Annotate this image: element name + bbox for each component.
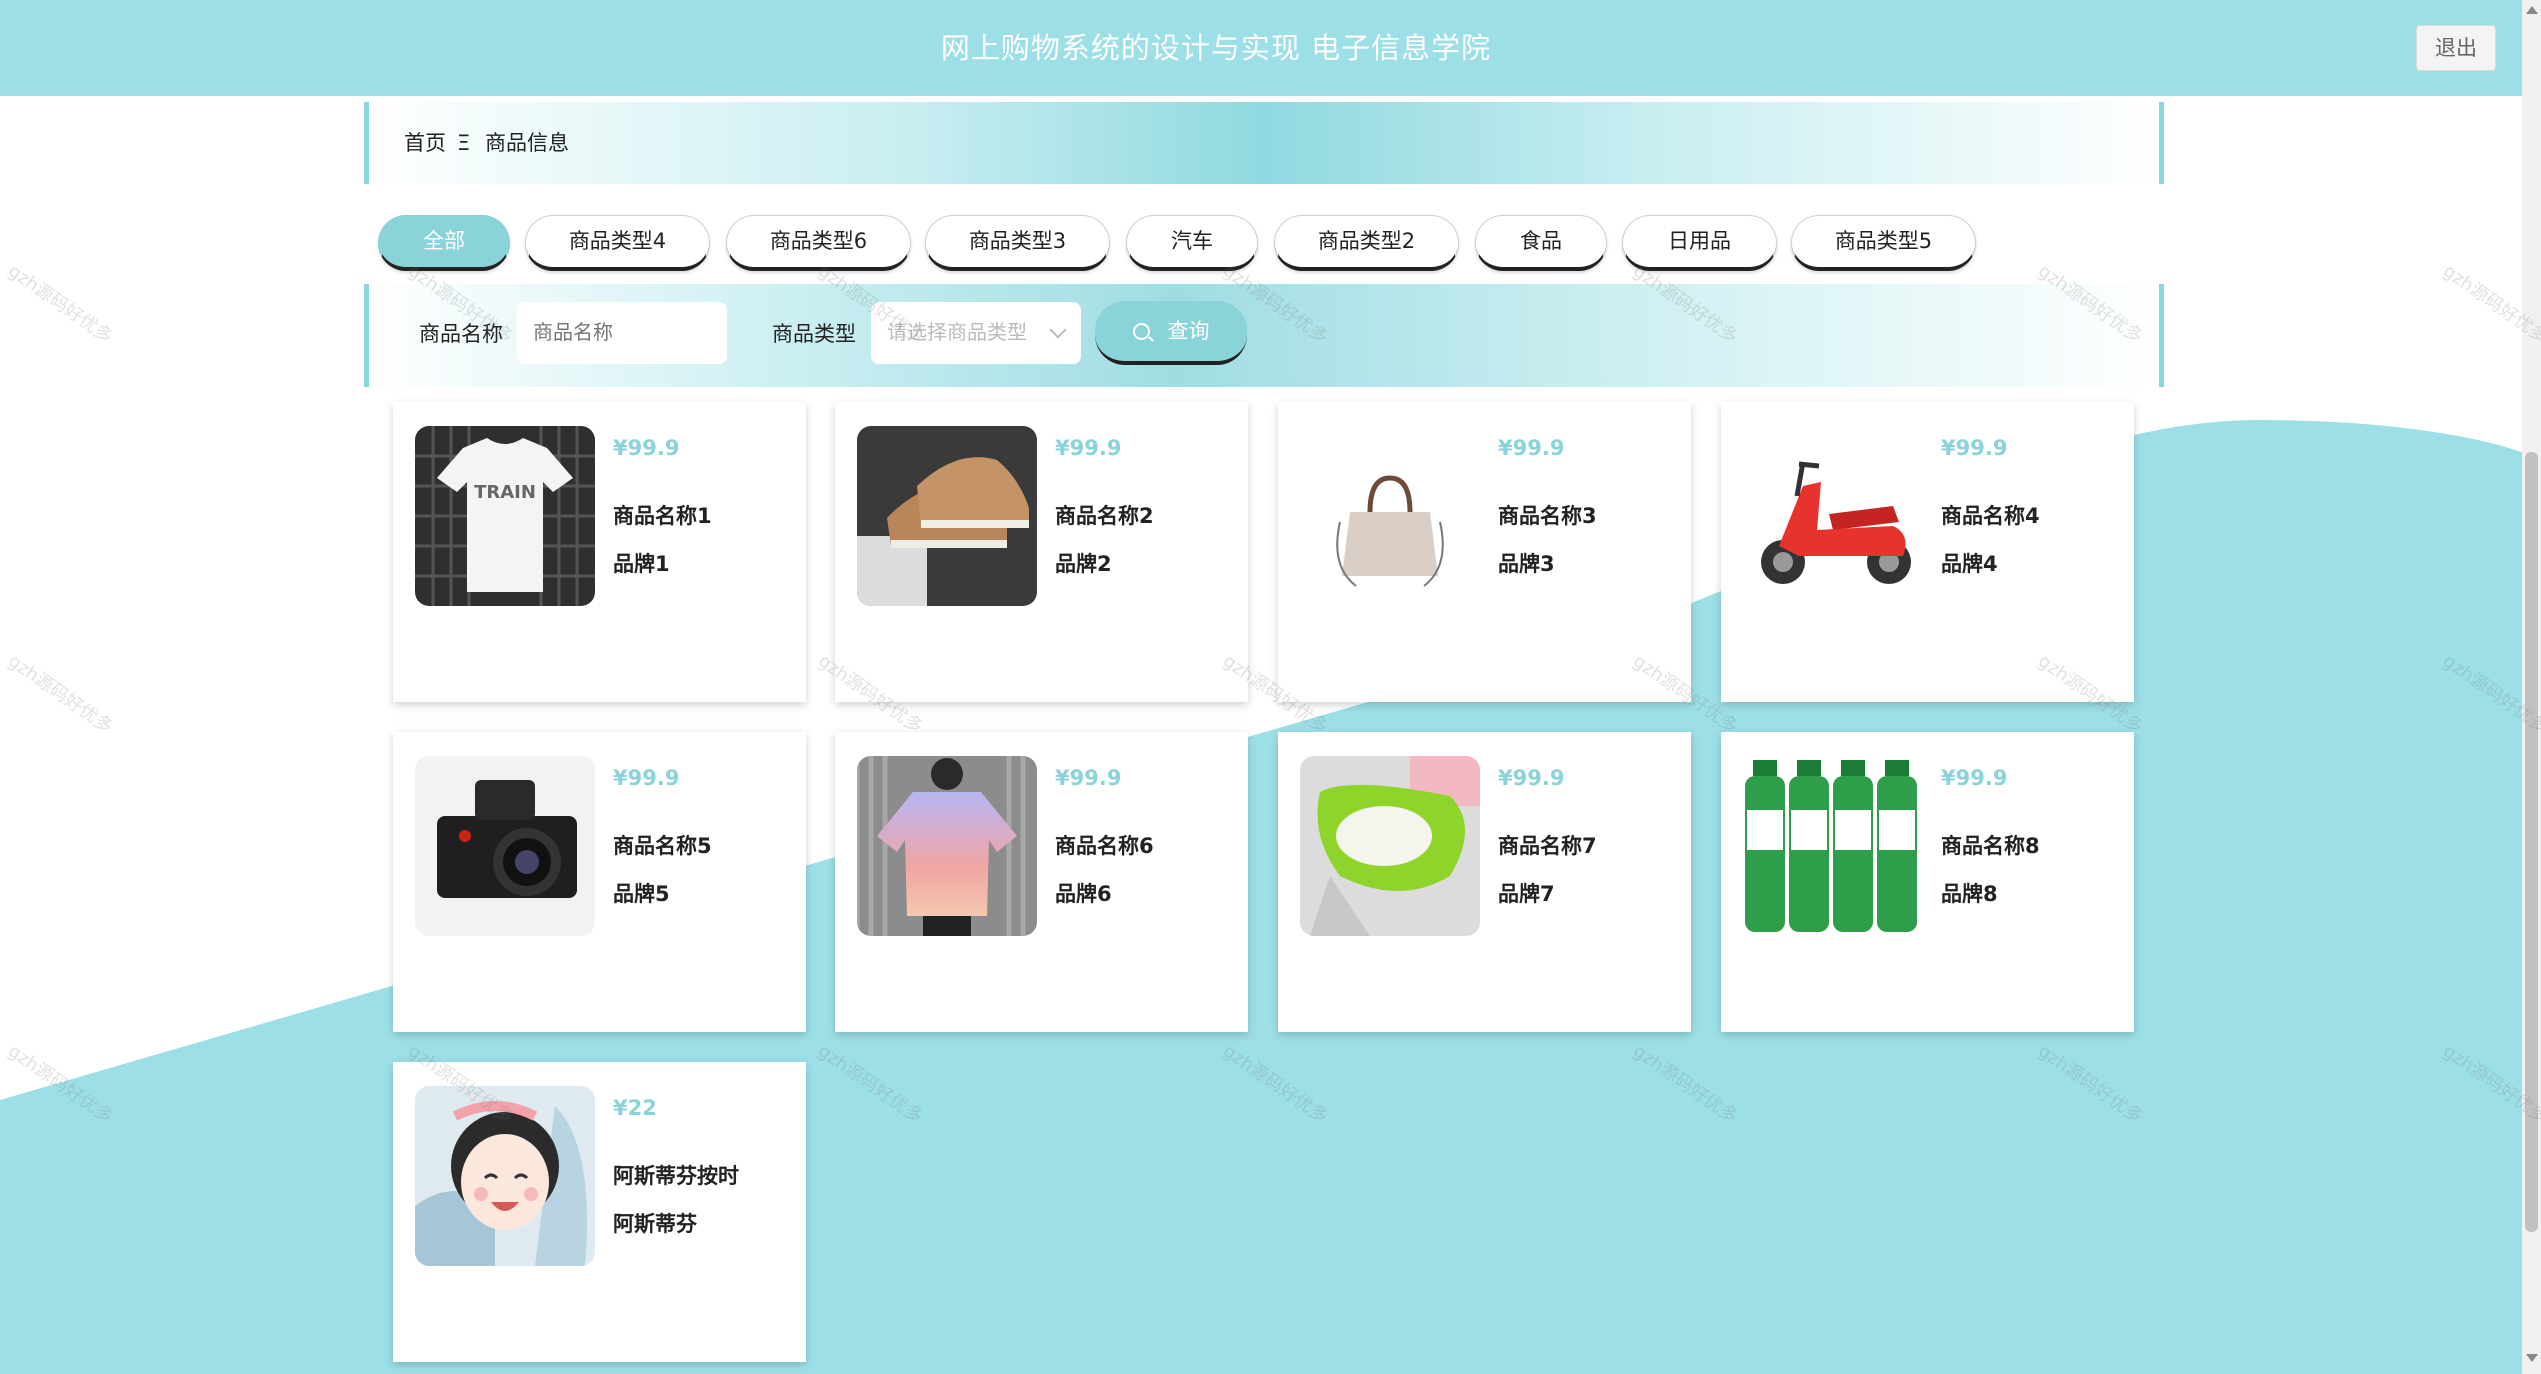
product-card[interactable]: TRAIN ¥99.9 商品名称1 品牌1 <box>393 402 806 702</box>
scrollbar-thumb[interactable] <box>2525 452 2538 1232</box>
product-name: 阿斯蒂芬按时 <box>613 1164 739 1188</box>
top-header: 网上购物系统的设计与实现 电子信息学院 退出 <box>0 0 2541 96</box>
site-title: 网上购物系统的设计与实现 电子信息学院 <box>940 31 1492 65</box>
product-name-input[interactable] <box>517 302 727 364</box>
product-price: ¥99.9 <box>1941 766 2008 790</box>
product-type-select[interactable]: 请选择商品类型 <box>871 302 1081 364</box>
scroll-up-icon[interactable] <box>2526 6 2538 14</box>
product-name: 商品名称5 <box>613 834 712 858</box>
product-name: 商品名称6 <box>1055 834 1154 858</box>
product-brand: 品牌6 <box>1055 882 1112 906</box>
product-name: 商品名称2 <box>1055 504 1154 528</box>
product-card[interactable]: ¥99.9 商品名称2 品牌2 <box>835 402 1248 702</box>
tab-type6[interactable]: 商品类型6 <box>726 215 911 271</box>
name-label: 商品名称 <box>419 322 503 346</box>
green-rice-strainer-image <box>1300 756 1480 936</box>
brown-sneakers-image <box>857 426 1037 606</box>
product-price: ¥99.9 <box>613 436 680 460</box>
search-button[interactable]: 查询 <box>1095 301 1247 365</box>
breadcrumb-home[interactable]: 首页 <box>404 102 446 184</box>
search-bar: 商品名称 商品类型 请选择商品类型 查询 <box>364 284 2164 387</box>
product-brand: 品牌2 <box>1055 552 1112 576</box>
background-wave <box>0 420 2541 1374</box>
product-card[interactable]: ¥99.9 商品名称5 品牌5 <box>393 732 806 1032</box>
product-brand: 品牌3 <box>1498 552 1555 576</box>
tab-type3[interactable]: 商品类型3 <box>925 215 1110 271</box>
svg-text:TRAIN: TRAIN <box>474 482 536 503</box>
breadcrumb: 首页 Ξ 商品信息 <box>364 102 2164 184</box>
product-brand: 品牌5 <box>613 882 670 906</box>
tab-type4[interactable]: 商品类型4 <box>525 215 710 271</box>
tab-car[interactable]: 汽车 <box>1126 215 1258 271</box>
product-price: ¥99.9 <box>1498 766 1565 790</box>
tab-daily[interactable]: 日用品 <box>1622 215 1777 271</box>
product-name: 商品名称8 <box>1941 834 2040 858</box>
product-price: ¥99.9 <box>1055 766 1122 790</box>
product-brand: 品牌4 <box>1941 552 1998 576</box>
type-label: 商品类型 <box>772 322 856 346</box>
product-brand: 品牌7 <box>1498 882 1555 906</box>
product-name: 商品名称7 <box>1498 834 1597 858</box>
product-brand: 阿斯蒂芬 <box>613 1212 697 1236</box>
aloe-drink-bottles-image <box>1743 756 1923 936</box>
product-price: ¥99.9 <box>1055 436 1122 460</box>
camera-image <box>415 756 595 936</box>
breadcrumb-separator: Ξ <box>457 131 471 155</box>
anime-girl-illustration-image <box>415 1086 595 1266</box>
logout-button[interactable]: 退出 <box>2416 25 2496 71</box>
product-card[interactable]: ¥99.9 商品名称8 品牌8 <box>1721 732 2134 1032</box>
product-brand: 品牌1 <box>613 552 670 576</box>
product-name: 商品名称3 <box>1498 504 1597 528</box>
product-card[interactable]: ¥99.9 商品名称7 品牌7 <box>1278 732 1691 1032</box>
product-card[interactable]: ¥22 阿斯蒂芬按时 阿斯蒂芬 <box>393 1062 806 1362</box>
white-tshirt-image: TRAIN <box>415 426 595 606</box>
product-name: 商品名称1 <box>613 504 712 528</box>
product-brand: 品牌8 <box>1941 882 1998 906</box>
product-price: ¥99.9 <box>1941 436 2008 460</box>
breadcrumb-current: 商品信息 <box>485 131 569 155</box>
product-card[interactable]: ¥99.9 商品名称6 品牌6 <box>835 732 1248 1032</box>
tab-all[interactable]: 全部 <box>378 215 510 271</box>
gradient-shirt-image <box>857 756 1037 936</box>
product-card[interactable]: ¥99.9 商品名称3 品牌3 <box>1278 402 1691 702</box>
tab-type5[interactable]: 商品类型5 <box>1791 215 1976 271</box>
page-scrollbar[interactable] <box>2522 0 2541 1374</box>
tab-food[interactable]: 食品 <box>1475 215 1607 271</box>
scroll-down-icon[interactable] <box>2526 1354 2538 1362</box>
product-price: ¥22 <box>613 1096 657 1120</box>
product-price: ¥99.9 <box>1498 436 1565 460</box>
product-card[interactable]: ¥99.9 商品名称4 品牌4 <box>1721 402 2134 702</box>
handbag-image <box>1300 426 1480 606</box>
product-name: 商品名称4 <box>1941 504 2040 528</box>
product-price: ¥99.9 <box>613 766 680 790</box>
tab-type2[interactable]: 商品类型2 <box>1274 215 1459 271</box>
red-scooter-image <box>1743 426 1923 606</box>
search-icon <box>1132 323 1150 340</box>
search-button-label: 查询 <box>1167 319 1210 343</box>
